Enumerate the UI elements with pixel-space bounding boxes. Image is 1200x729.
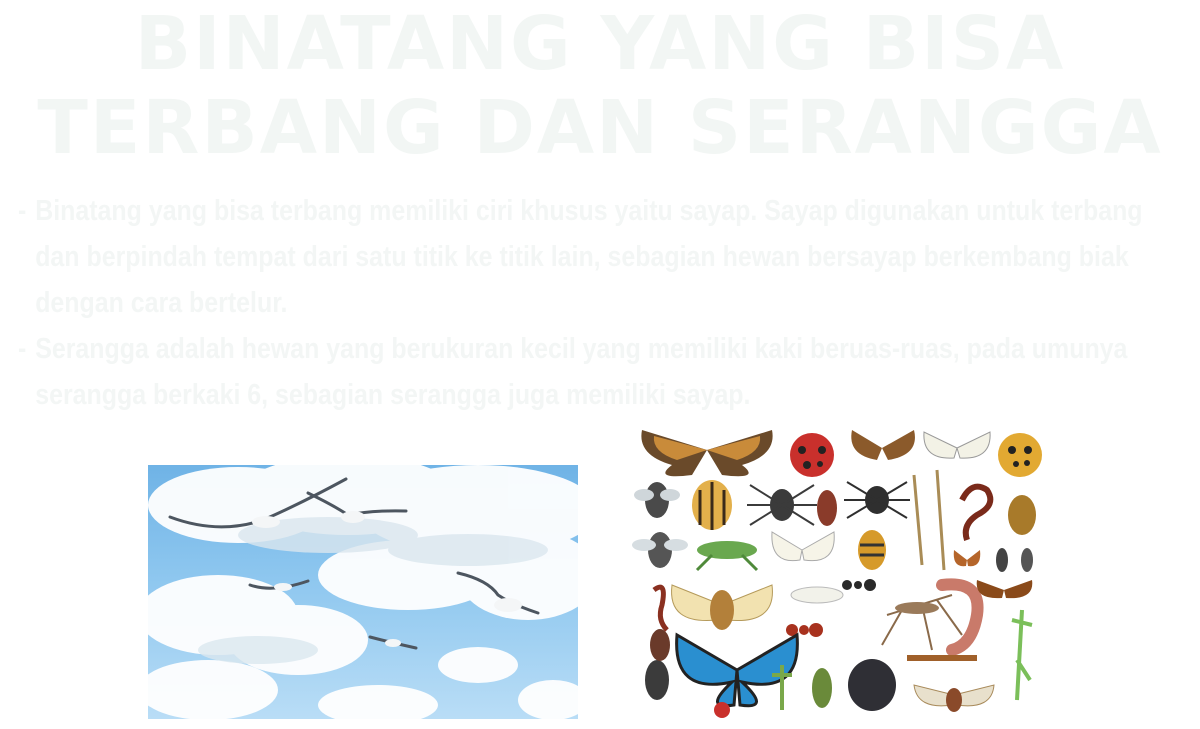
butterfly-brown	[641, 430, 773, 477]
fly	[634, 482, 680, 518]
dragonfly	[790, 586, 844, 604]
slide: BINATANG YANG BISA TERBANG DAN SERANGGA …	[0, 0, 1200, 729]
worm	[936, 578, 984, 656]
mantis	[1011, 609, 1033, 701]
mosquito	[881, 594, 963, 651]
small-butterflies	[953, 548, 1033, 572]
scorpion-small	[652, 584, 669, 632]
cicada	[671, 584, 773, 630]
scorpion	[959, 483, 994, 541]
beetle-brown	[817, 490, 837, 526]
ladybug-red	[790, 433, 834, 477]
butterfly-small-brown	[851, 430, 915, 460]
sky-illustration	[148, 465, 578, 719]
beetle-black	[645, 629, 670, 700]
moth-white	[771, 531, 835, 562]
bullet-dash: -	[18, 195, 27, 227]
spider-2	[844, 481, 910, 519]
title-line-2: TERBANG DAN SERANGGA	[37, 85, 1163, 171]
insects-collection-image	[632, 420, 1052, 720]
clouds	[148, 465, 578, 719]
bullet-item-flying-animals: - Binatang yang bisa terbang memiliki ci…	[18, 188, 1170, 326]
insects-illustration	[632, 430, 1042, 718]
page-title: BINATANG YANG BISA TERBANG DAN SERANGGA	[0, 2, 1200, 170]
title-line-1: BINATANG YANG BISA	[134, 1, 1066, 87]
butterfly-white	[923, 431, 991, 459]
spider	[747, 484, 817, 526]
butterfly-blue	[675, 632, 799, 708]
dung-beetle	[848, 659, 896, 711]
moth-brown	[913, 684, 995, 712]
birds-flying-photo	[148, 465, 578, 719]
ladybug-yellow	[998, 433, 1042, 477]
ant-black	[842, 579, 876, 591]
ant-red	[786, 623, 823, 637]
bullet-text-insects: Serangga adalah hewan yang berukuran kec…	[35, 333, 1128, 411]
beetle-gold	[1008, 495, 1036, 535]
butterfly-orange	[976, 580, 1033, 599]
bullet-list: - Binatang yang bisa terbang memiliki ci…	[18, 188, 1170, 418]
bullet-text-flying-animals: Binatang yang bisa terbang memiliki ciri…	[35, 195, 1143, 319]
stick-insect	[912, 469, 946, 571]
beetle-striped	[692, 480, 732, 530]
fly-2	[632, 532, 688, 568]
beetle-green	[812, 668, 832, 708]
bullet-dash: -	[18, 333, 27, 365]
bee	[858, 530, 886, 570]
grasshopper	[695, 541, 759, 572]
bullet-item-insects: - Serangga adalah hewan yang berukuran k…	[18, 326, 1170, 418]
small-ladybug	[714, 702, 730, 718]
